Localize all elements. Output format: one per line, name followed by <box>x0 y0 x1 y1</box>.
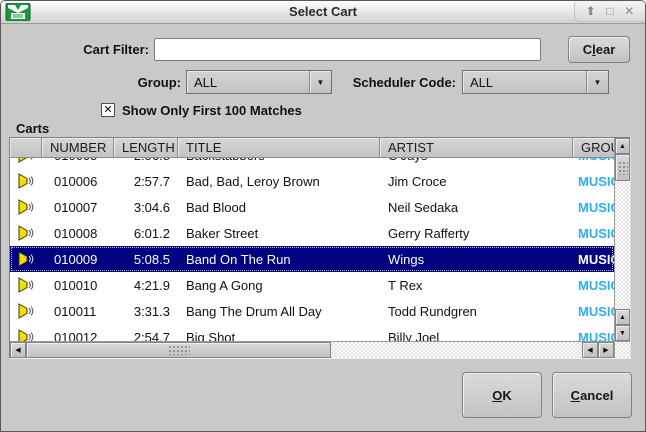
horizontal-scrollbar-track[interactable] <box>331 342 582 358</box>
column-header-icon[interactable] <box>10 138 42 158</box>
cart-filter-label: Cart Filter: <box>11 42 149 57</box>
table-row[interactable]: 010005 2:56.8 Backstabbers O'Jays MUSIC <box>10 158 614 168</box>
speaker-icon <box>18 303 34 319</box>
vertical-scrollbar-track[interactable] <box>615 181 630 309</box>
group-combobox[interactable]: ALL ▼ <box>186 70 332 94</box>
thumb-grip <box>618 161 628 175</box>
table-row[interactable]: 010008 6:01.2 Baker Street Gerry Raffert… <box>10 220 614 246</box>
scheduler-code-value: ALL <box>470 75 493 90</box>
table-row[interactable]: 010010 4:21.9 Bang A Gong T Rex MUSIC <box>10 272 614 298</box>
window-title: Select Cart <box>1 4 645 19</box>
cart-filter-input[interactable] <box>154 38 541 61</box>
vertical-scrollbar[interactable]: ▲ ▲ ▼ <box>614 138 630 341</box>
speaker-icon <box>18 199 34 215</box>
scroll-up-icon[interactable]: ▲ <box>615 309 630 325</box>
maximize-window-icon[interactable]: □ <box>606 5 613 17</box>
table-row[interactable]: 010006 2:57.7 Bad, Bad, Leroy Brown Jim … <box>10 168 614 194</box>
checkbox-x-mark-icon: ✕ <box>103 105 112 116</box>
speaker-icon <box>18 173 34 189</box>
column-header-group[interactable]: GROUP <box>573 138 614 158</box>
close-window-icon[interactable]: ✕ <box>624 5 634 17</box>
speaker-icon <box>18 158 34 163</box>
scroll-right-icon[interactable]: ▶ <box>598 342 614 358</box>
cancel-button[interactable]: Cancel <box>552 372 632 418</box>
column-header-title[interactable]: TITLE <box>178 138 380 158</box>
speaker-icon <box>18 225 34 241</box>
scheduler-code-combobox[interactable]: ALL ▼ <box>462 70 609 94</box>
scheduler-code-label: Scheduler Code: <box>338 75 456 90</box>
cart-list-viewport: 010005 2:56.8 Backstabbers O'Jays MUSIC … <box>10 158 614 341</box>
table-row[interactable]: 010007 3:04.6 Bad Blood Neil Sedaka MUSI… <box>10 194 614 220</box>
horizontal-scrollbar[interactable]: ◀ ◀ ▶ <box>10 341 614 358</box>
show-first-100-label: Show Only First 100 Matches <box>122 103 302 118</box>
group-label: Group: <box>61 75 181 90</box>
shade-window-icon[interactable]: ⬆ <box>586 5 596 17</box>
carts-section-label: Carts <box>16 121 49 136</box>
clear-label-rest: ear <box>596 42 616 57</box>
table-row-selected[interactable]: 010009 5:08.5 Band On The Run Wings MUSI… <box>10 246 614 272</box>
group-value: ALL <box>194 75 217 90</box>
cart-list: NUMBER LENGTH TITLE ARTIST GROUP 010005 … <box>9 137 631 359</box>
column-header-number[interactable]: NUMBER <box>42 138 114 158</box>
ok-label-accel: O <box>492 388 502 403</box>
cancel-label-rest: ancel <box>580 388 613 403</box>
horizontal-scrollbar-thumb[interactable] <box>26 342 331 358</box>
clear-button[interactable]: Clear <box>568 36 630 63</box>
show-first-100-checkbox[interactable]: ✕ <box>101 103 115 117</box>
select-cart-dialog: Select Cart ⬆ □ ✕ Cart Filter: Clear Gro… <box>0 0 646 432</box>
thumb-grip <box>168 345 190 355</box>
scrollbar-corner <box>614 341 630 358</box>
cancel-label-accel: C <box>571 388 580 403</box>
table-row[interactable]: 010012 2:54.7 Big Shot Billy Joel MUSIC <box>10 324 614 341</box>
speaker-icon <box>18 329 34 341</box>
ok-label-rest: K <box>502 388 511 403</box>
column-header-artist[interactable]: ARTIST <box>380 138 573 158</box>
chevron-down-icon[interactable]: ▼ <box>309 71 331 93</box>
vertical-scrollbar-thumb[interactable] <box>615 154 630 181</box>
scroll-down-icon[interactable]: ▼ <box>615 325 630 341</box>
cart-list-header: NUMBER LENGTH TITLE ARTIST GROUP <box>10 138 614 158</box>
scroll-up-icon[interactable]: ▲ <box>615 138 630 154</box>
ok-button[interactable]: OK <box>462 372 542 418</box>
scroll-left-icon[interactable]: ◀ <box>10 342 26 358</box>
speaker-icon <box>18 251 34 267</box>
speaker-icon <box>18 277 34 293</box>
column-header-length[interactable]: LENGTH <box>114 138 178 158</box>
window-controls: ⬆ □ ✕ <box>574 1 645 22</box>
chevron-down-icon[interactable]: ▼ <box>586 71 608 93</box>
table-row[interactable]: 010011 3:31.3 Bang The Drum All Day Todd… <box>10 298 614 324</box>
scroll-left-icon[interactable]: ◀ <box>582 342 598 358</box>
titlebar[interactable]: Select Cart ⬆ □ ✕ <box>1 1 645 24</box>
clear-label: C <box>583 42 592 57</box>
